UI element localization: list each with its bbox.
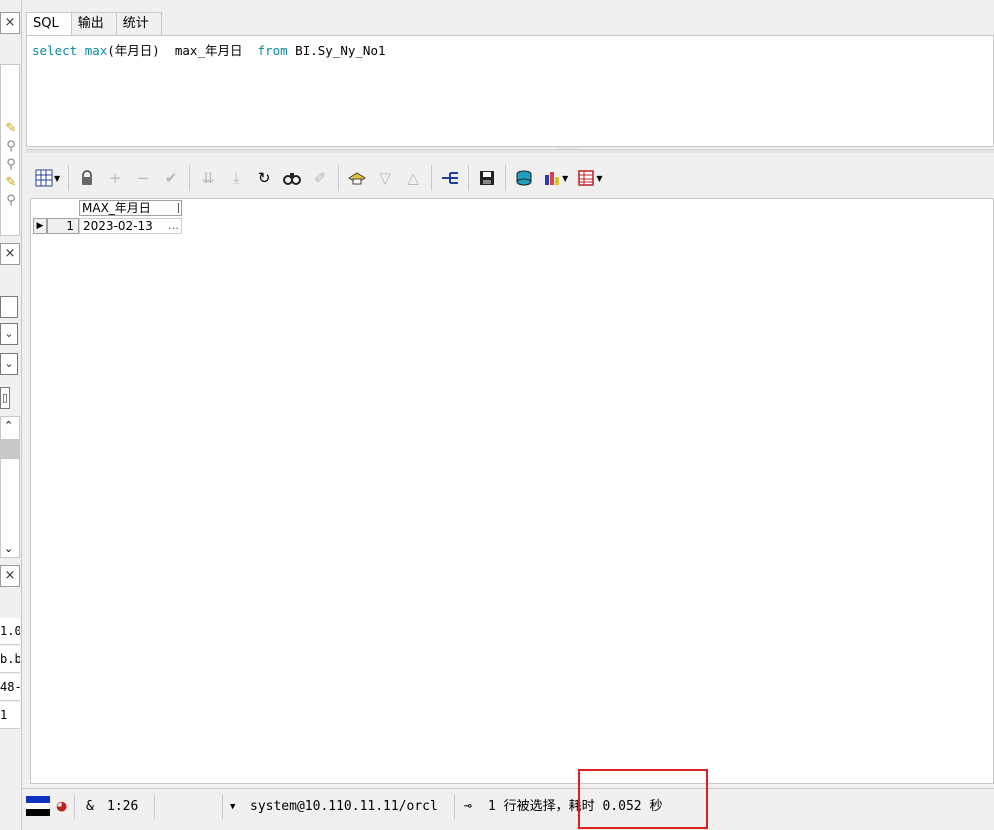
filter-icon[interactable]: ▽ bbox=[371, 164, 399, 192]
grid-cell[interactable]: 2023-02-13 … bbox=[79, 218, 182, 234]
key-icon: ✎ bbox=[5, 175, 17, 190]
toolbar-separator bbox=[338, 165, 340, 191]
sql-function-max: max bbox=[84, 43, 108, 58]
document-icon[interactable]: ▯ bbox=[0, 387, 10, 409]
add-record-icon[interactable]: + bbox=[101, 164, 129, 192]
dropdown-arrow-icon[interactable]: ▼ bbox=[596, 174, 602, 183]
property-value: b.b bbox=[0, 646, 20, 673]
dropdown-arrow-icon[interactable]: ▼ bbox=[54, 174, 60, 183]
cursor-position: 1:26 bbox=[107, 799, 139, 814]
clear-icon[interactable]: ✐ bbox=[306, 164, 334, 192]
sort-icon[interactable]: △ bbox=[399, 164, 427, 192]
column-header[interactable]: MAX_年月日 bbox=[79, 200, 182, 216]
edit-mode-indicator: & bbox=[86, 799, 94, 814]
scroll-up-icon[interactable]: ⌃ bbox=[4, 419, 13, 432]
toolbar-separator bbox=[505, 165, 507, 191]
delete-record-icon[interactable]: − bbox=[129, 164, 157, 192]
lock-icon[interactable] bbox=[73, 164, 101, 192]
column-header-label: MAX_年月日 bbox=[82, 201, 151, 215]
result-grid[interactable]: MAX_年月日 ▶ 1 2023-02-13 … bbox=[30, 198, 994, 784]
fetch-next-icon[interactable]: ⇊ bbox=[194, 164, 222, 192]
close-icon[interactable]: × bbox=[0, 243, 20, 265]
sql-editor[interactable]: select max(年月日) max_年月日 from BI.Sy_Ny_No… bbox=[26, 35, 994, 147]
connection-info[interactable]: system@10.110.11.11/orcl bbox=[250, 789, 438, 825]
status-separator bbox=[74, 795, 75, 819]
post-icon[interactable]: ✔ bbox=[157, 164, 185, 192]
object-list: ✎ ⚲ ⚲ ✎ ⚲ bbox=[0, 64, 20, 236]
sql-argument: (年月日) bbox=[107, 43, 160, 58]
find-icon[interactable] bbox=[278, 164, 306, 192]
toolbar-separator bbox=[68, 165, 70, 191]
property-value: 1 bbox=[0, 702, 20, 729]
chevron-down-icon[interactable]: ⌄ bbox=[0, 353, 18, 375]
tab-sql[interactable]: SQL bbox=[26, 12, 72, 36]
panel-splitter[interactable] bbox=[26, 149, 994, 153]
property-value: 48- bbox=[0, 674, 20, 701]
chevron-down-icon[interactable]: ⌄ bbox=[0, 323, 18, 345]
left-side-panel: × ✎ ⚲ ⚲ ✎ ⚲ × ⌄ ⌄ ▯ ⌃ ⌄ × 1.00 b.b 48- 1 bbox=[0, 0, 22, 830]
connection-color-icon bbox=[26, 796, 50, 816]
scroll-down-icon[interactable]: ⌄ bbox=[4, 542, 13, 555]
export-tree-icon[interactable] bbox=[436, 164, 464, 192]
refresh-icon[interactable]: ↻ bbox=[250, 164, 278, 192]
toolbar-separator bbox=[431, 165, 433, 191]
search-key-icon: ⚲ bbox=[6, 157, 16, 172]
query-result-message: 1 行被选择，耗时 0.052 秒 bbox=[488, 799, 663, 814]
scrollable-list[interactable]: ⌃ ⌄ bbox=[0, 416, 20, 558]
query-by-example-icon[interactable] bbox=[343, 164, 371, 192]
key-icon: ✎ bbox=[5, 121, 17, 136]
sql-keyword-from: from bbox=[257, 43, 288, 58]
column-resize-handle[interactable] bbox=[178, 203, 179, 213]
tab-output[interactable]: 输出 bbox=[70, 12, 117, 35]
close-icon[interactable]: × bbox=[0, 565, 20, 587]
scroll-thumb[interactable] bbox=[1, 439, 19, 459]
sql-keyword-select: select bbox=[32, 43, 78, 58]
spinner-icon: ◕ bbox=[56, 799, 68, 814]
editor-tabs: SQL 输出 统计 bbox=[26, 12, 162, 36]
filter-input[interactable] bbox=[0, 296, 18, 318]
save-icon[interactable] bbox=[473, 164, 501, 192]
pin-icon[interactable]: ⊸ bbox=[464, 789, 472, 825]
status-separator bbox=[222, 795, 223, 819]
sql-alias: max_年月日 bbox=[159, 43, 258, 58]
connection-dropdown-icon[interactable]: ▼ bbox=[230, 789, 235, 825]
sql-text[interactable]: select max(年月日) max_年月日 from BI.Sy_Ny_No… bbox=[32, 40, 386, 59]
cell-value: 2023-02-13 bbox=[83, 219, 153, 233]
search-key-icon: ⚲ bbox=[6, 139, 16, 154]
dropdown-arrow-icon[interactable]: ▼ bbox=[562, 174, 568, 183]
current-row-indicator-icon: ▶ bbox=[33, 218, 47, 234]
toolbar-separator bbox=[189, 165, 191, 191]
close-icon[interactable]: × bbox=[0, 12, 20, 34]
search-key-icon: ⚲ bbox=[6, 193, 16, 208]
row-number[interactable]: 1 bbox=[47, 218, 79, 234]
status-separator bbox=[454, 795, 455, 819]
property-value: 1.00 bbox=[0, 618, 20, 645]
status-separator bbox=[154, 795, 155, 819]
status-bar: ◕ & 1:26 ▼ system@10.110.11.11/orcl ⊸ 1 … bbox=[22, 788, 994, 824]
import-icon[interactable] bbox=[510, 164, 538, 192]
result-toolbar: ▼ + − ✔ ⇊ ⤓ ↻ ✐ ▽ △ ▼ ▼ bbox=[30, 160, 606, 196]
fetch-last-icon[interactable]: ⤓ bbox=[222, 164, 250, 192]
tab-statistics[interactable]: 统计 bbox=[115, 12, 162, 35]
cell-more-button[interactable]: … bbox=[168, 219, 179, 233]
sql-table: BI.Sy_Ny_No1 bbox=[287, 43, 386, 58]
toolbar-separator bbox=[468, 165, 470, 191]
